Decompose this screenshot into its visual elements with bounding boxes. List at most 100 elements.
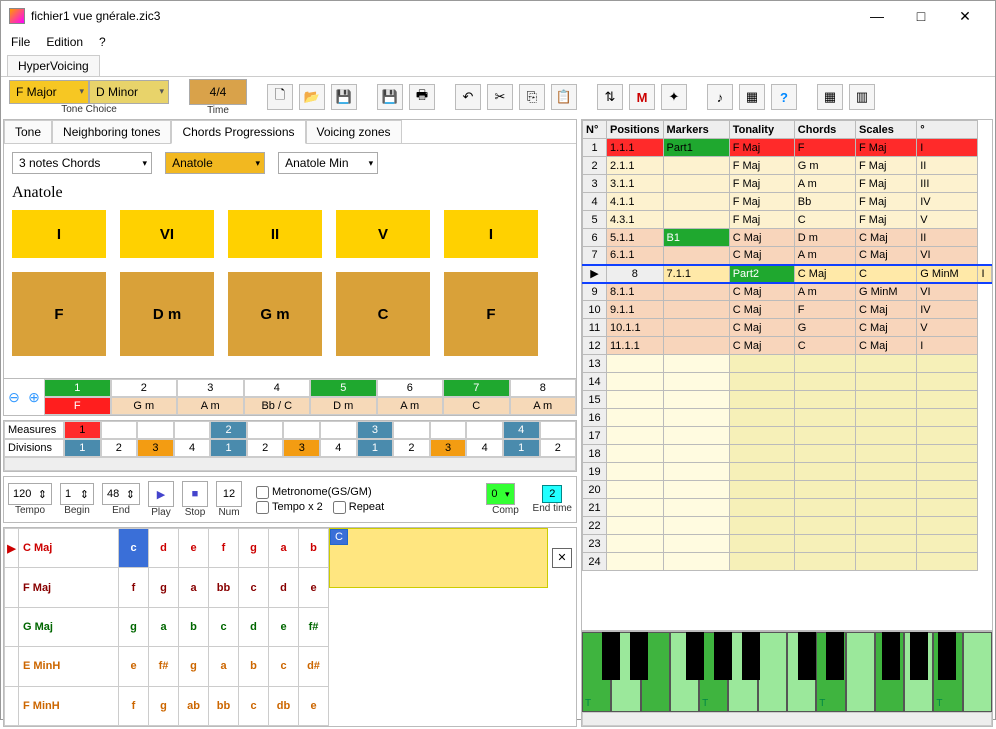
div-beat[interactable]: 3 <box>283 439 320 457</box>
div-measure[interactable]: 4 <box>503 421 540 439</box>
div-beat[interactable]: 2 <box>540 439 577 457</box>
tab-neighbor[interactable]: Neighboring tones <box>52 120 171 144</box>
tab-tone[interactable]: Tone <box>4 120 52 144</box>
cut-icon[interactable]: ✂ <box>487 84 513 110</box>
div-beat[interactable]: 4 <box>320 439 357 457</box>
div-beat[interactable]: 1 <box>357 439 394 457</box>
chord-tile[interactable]: C <box>336 272 430 356</box>
close-preview-icon[interactable]: ✕ <box>552 548 572 568</box>
preset1-combo[interactable]: Anatole <box>165 152 265 174</box>
measure-chord[interactable]: A m <box>177 397 244 415</box>
div-beat[interactable]: 4 <box>174 439 211 457</box>
print-icon[interactable]: 🖶 <box>409 84 435 110</box>
close-button[interactable]: ✕ <box>943 2 987 30</box>
div-beat[interactable]: 3 <box>430 439 467 457</box>
settings-icon[interactable]: ⇅ <box>597 84 623 110</box>
div-measure[interactable] <box>393 421 430 439</box>
chord-tile[interactable]: D m <box>120 272 214 356</box>
piano-icon[interactable]: ▦ <box>739 84 765 110</box>
zoom-in-icon[interactable]: ⊕ <box>28 389 40 406</box>
measure-chord[interactable]: G m <box>111 397 178 415</box>
stop-button[interactable]: ■ <box>182 481 208 507</box>
minimize-button[interactable]: — <box>855 2 899 30</box>
measure-num[interactable]: 3 <box>177 379 244 397</box>
div-measure[interactable] <box>540 421 577 439</box>
open-icon[interactable]: 📂 <box>299 84 325 110</box>
num-button[interactable]: 12 <box>216 481 242 507</box>
div-beat[interactable]: 1 <box>64 439 101 457</box>
zoom-out-icon[interactable]: ⊖ <box>8 389 20 406</box>
end-spin[interactable]: 48⇕ <box>102 483 140 505</box>
saveas-icon[interactable]: 💾 <box>377 84 403 110</box>
note-icon[interactable]: ♪ <box>707 84 733 110</box>
div-measure[interactable]: 1 <box>64 421 101 439</box>
key2-combo[interactable]: D Minor <box>89 80 169 104</box>
chord-tile[interactable]: G m <box>228 272 322 356</box>
save-icon[interactable]: 💾 <box>331 84 357 110</box>
measure-chord[interactable]: D m <box>310 397 377 415</box>
tab-progressions[interactable]: Chords Progressions <box>171 120 305 144</box>
div-measure[interactable]: 3 <box>357 421 394 439</box>
tempo-spin[interactable]: 120⇕ <box>8 483 52 505</box>
play-button[interactable]: ▶ <box>148 481 174 507</box>
measure-num[interactable]: 4 <box>244 379 311 397</box>
div-measure[interactable] <box>283 421 320 439</box>
menu-edition[interactable]: Edition <box>46 35 83 49</box>
measure-chord[interactable]: A m <box>510 397 577 415</box>
measure-chord[interactable]: F <box>44 397 111 415</box>
chord-tile[interactable]: F <box>444 272 538 356</box>
repeat-check[interactable]: Repeat <box>333 501 384 514</box>
measure-num[interactable]: 7 <box>443 379 510 397</box>
begin-spin[interactable]: 1⇕ <box>60 483 94 505</box>
maximize-button[interactable]: □ <box>899 2 943 30</box>
metronome-check[interactable]: Metronome(GS/GM) <box>256 486 384 499</box>
measure-chord[interactable]: Bb / C <box>244 397 311 415</box>
chord-tile[interactable]: F <box>12 272 106 356</box>
roman-tile[interactable]: VI <box>120 210 214 258</box>
tempox2-check[interactable]: Tempo x 2 <box>256 501 323 514</box>
div-beat[interactable]: 4 <box>466 439 503 457</box>
measure-chord[interactable]: C <box>443 397 510 415</box>
div-beat[interactable]: 1 <box>210 439 247 457</box>
effect-icon[interactable]: ✦ <box>661 84 687 110</box>
div-measure[interactable] <box>320 421 357 439</box>
m-icon[interactable]: M <box>629 84 655 110</box>
grid1-icon[interactable]: ▦ <box>817 84 843 110</box>
roman-tile[interactable]: II <box>228 210 322 258</box>
key1-combo[interactable]: F Major <box>9 80 89 104</box>
comp-combo[interactable]: 0 <box>486 483 514 505</box>
measure-num[interactable]: 5 <box>310 379 377 397</box>
scale-table[interactable]: ▶C MajcdefgabF MajfgabbcdeG Majgabcdef#E… <box>4 528 329 726</box>
div-beat[interactable]: 1 <box>503 439 540 457</box>
div-measure[interactable] <box>247 421 284 439</box>
div-measure[interactable] <box>174 421 211 439</box>
roman-tile[interactable]: I <box>12 210 106 258</box>
roman-tile[interactable]: V <box>336 210 430 258</box>
measure-num[interactable]: 6 <box>377 379 444 397</box>
chord-type-combo[interactable]: 3 notes Chords <box>12 152 152 174</box>
undo-icon[interactable]: ↶ <box>455 84 481 110</box>
measure-num[interactable]: 8 <box>510 379 577 397</box>
timesig-button[interactable]: 4/4 <box>189 79 247 105</box>
menu-help[interactable]: ? <box>99 35 106 49</box>
div-measure[interactable]: 2 <box>210 421 247 439</box>
piano-keyboard[interactable]: TTTT <box>582 632 992 712</box>
div-beat[interactable]: 2 <box>393 439 430 457</box>
tab-hypervoicing[interactable]: HyperVoicing <box>7 55 100 76</box>
grid2-icon[interactable]: ▥ <box>849 84 875 110</box>
div-beat[interactable]: 2 <box>247 439 284 457</box>
div-measure[interactable] <box>137 421 174 439</box>
copy-icon[interactable]: ⎘ <box>519 84 545 110</box>
paste-icon[interactable]: 📋 <box>551 84 577 110</box>
div-scrollbar[interactable] <box>4 457 576 471</box>
measure-num[interactable]: 1 <box>44 379 111 397</box>
help-icon[interactable]: ? <box>771 84 797 110</box>
div-beat[interactable]: 3 <box>137 439 174 457</box>
roman-tile[interactable]: I <box>444 210 538 258</box>
div-measure[interactable] <box>101 421 138 439</box>
piano-scrollbar[interactable] <box>582 712 992 726</box>
positions-table[interactable]: N°PositionsMarkersTonalityChordsScales°1… <box>582 120 992 571</box>
div-measure[interactable] <box>430 421 467 439</box>
new-icon[interactable]: 🗋 <box>267 84 293 110</box>
measure-chord[interactable]: A m <box>377 397 444 415</box>
